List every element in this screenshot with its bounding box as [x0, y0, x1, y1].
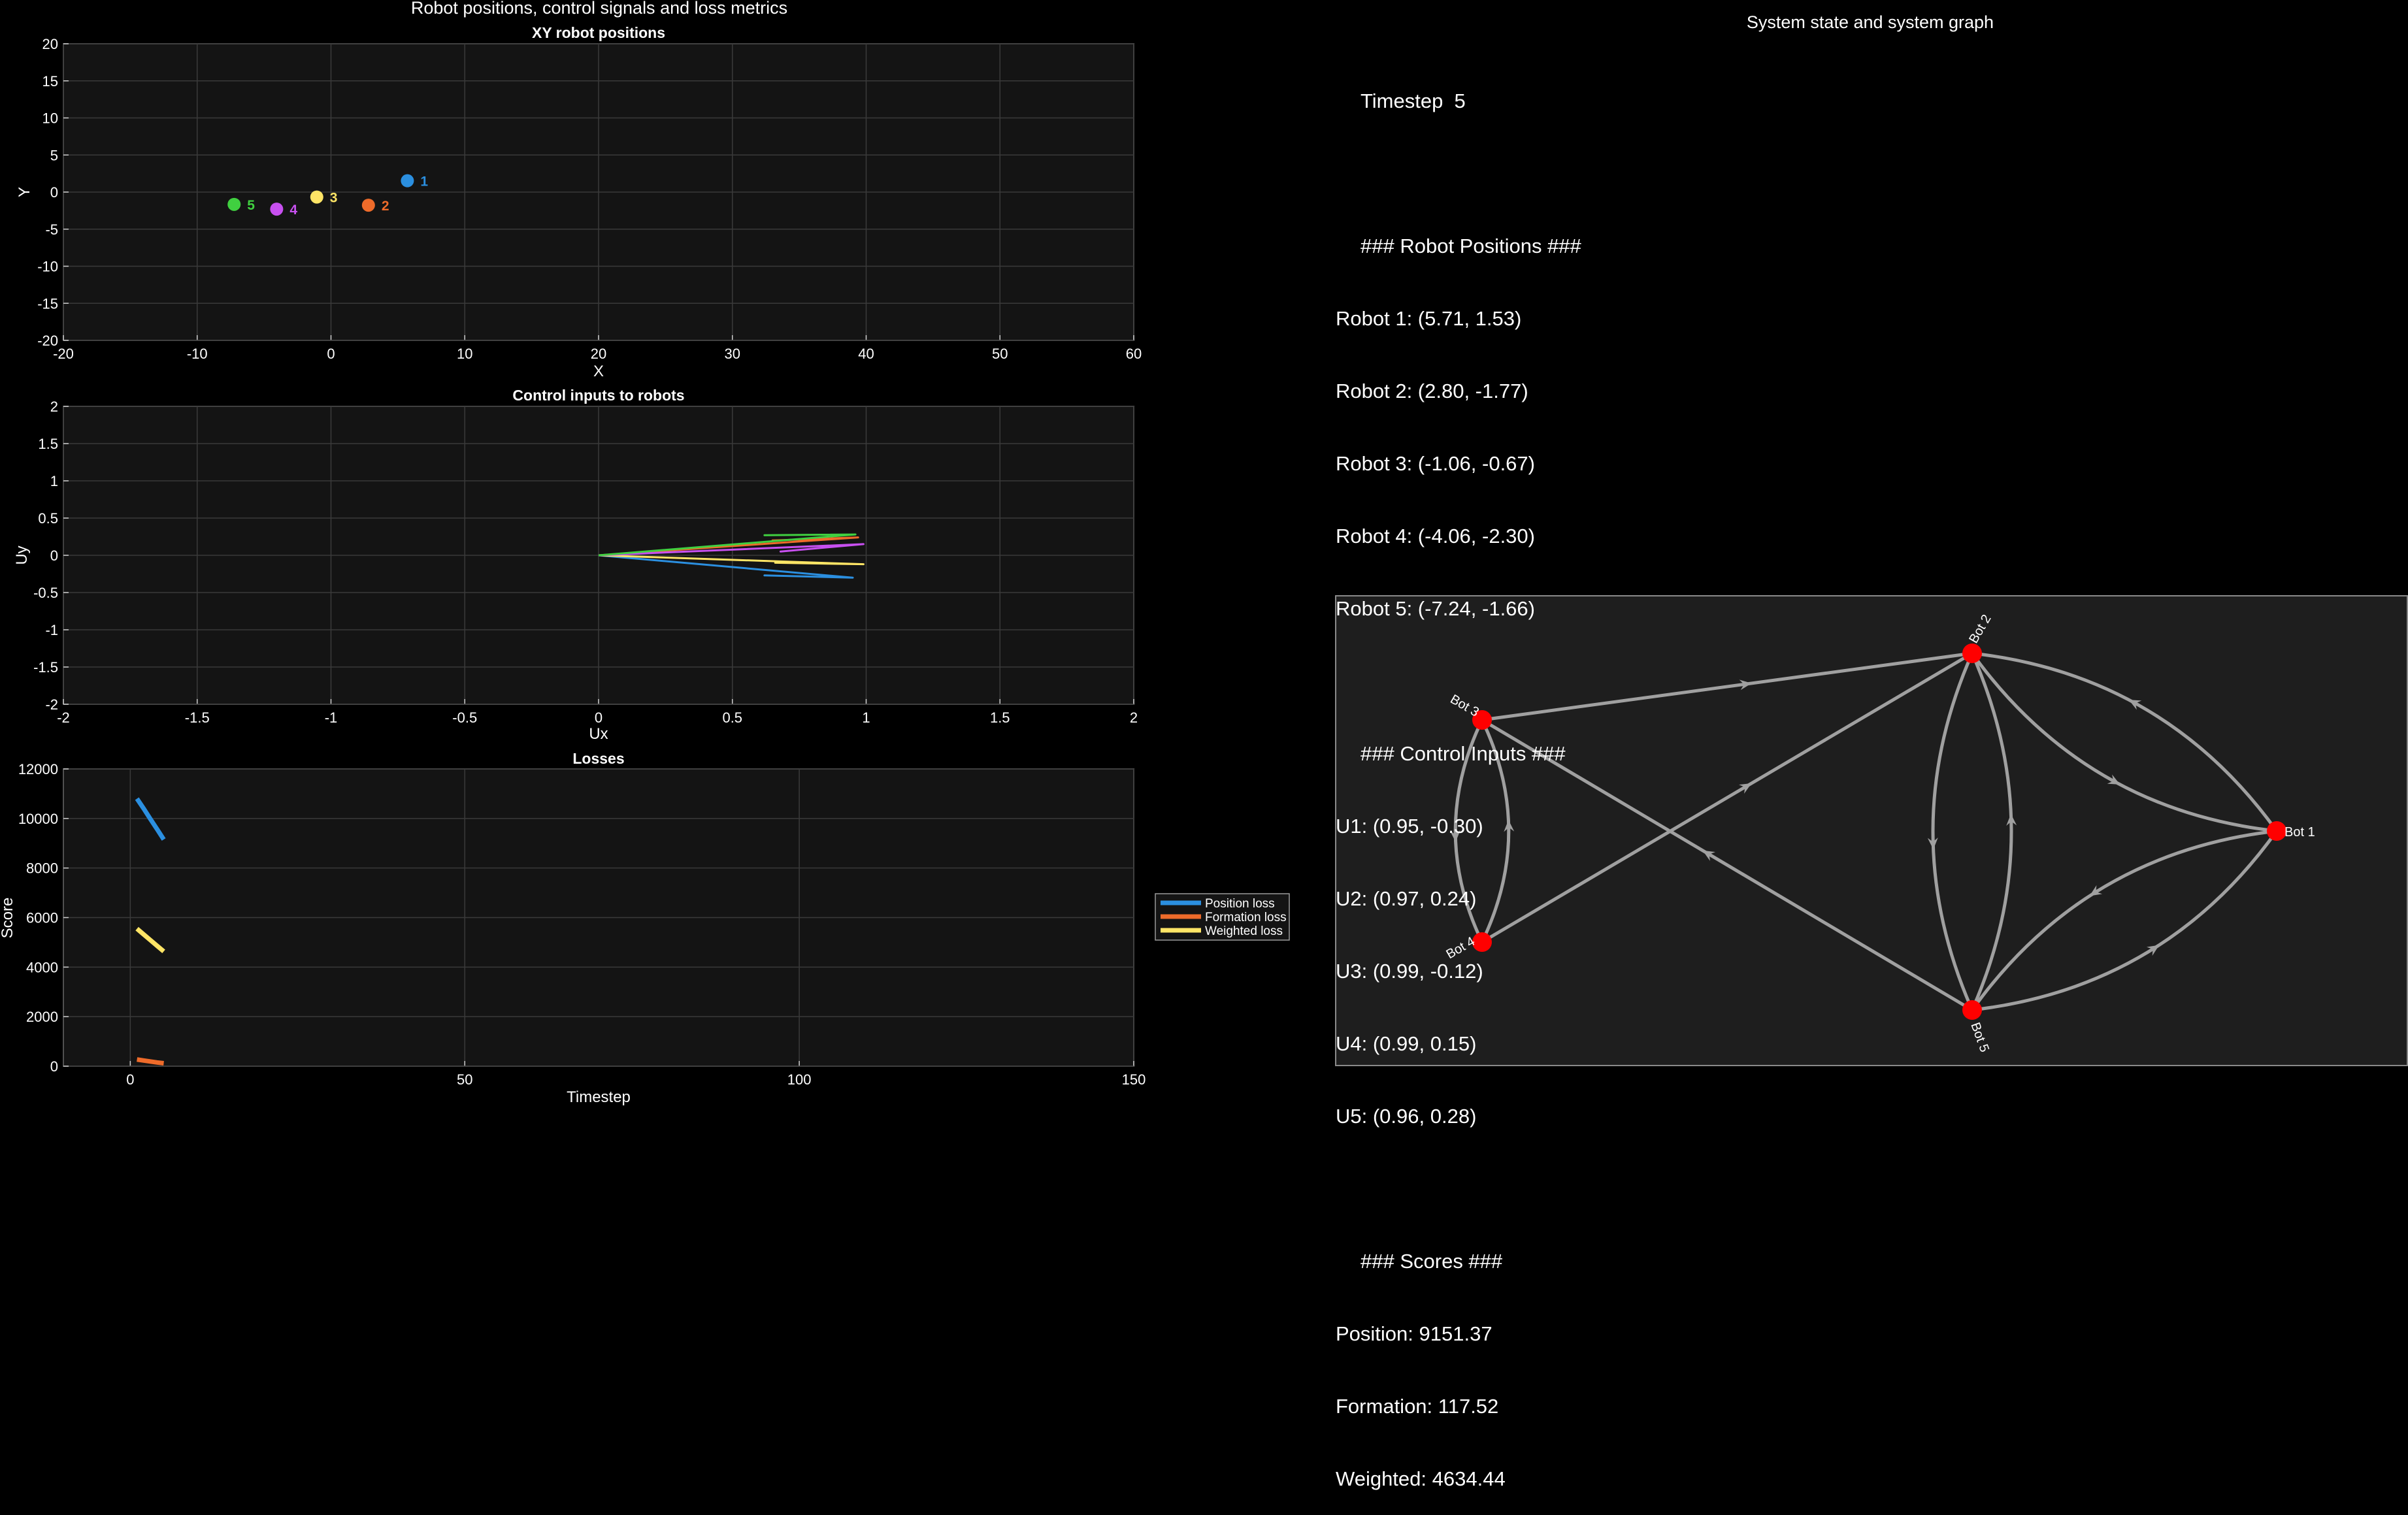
x-tick-label: 50 [457, 1071, 472, 1088]
graph-node-bot2[interactable] [1962, 643, 1982, 663]
x-tick-label: -1 [325, 709, 338, 726]
y-tick-label: 0 [50, 547, 58, 564]
robot-marker-2 [361, 199, 375, 212]
x-tick-label: 0 [327, 346, 335, 362]
robot-label-4: 4 [289, 203, 297, 218]
robot-label-2: 2 [382, 199, 389, 214]
robot-label-1: 1 [420, 174, 428, 189]
losses-legend[interactable]: Position loss Formation loss Weighted lo… [1155, 893, 1290, 941]
x-tick-label: 50 [992, 346, 1008, 362]
x-tick-label: 10 [457, 346, 472, 362]
x-tick-label: 0 [595, 709, 602, 726]
x-tick-label: -10 [187, 346, 208, 362]
xy-plot-title: XY robot positions [532, 24, 665, 41]
y-tick-label: 4000 [26, 959, 58, 975]
y-tick-label: -1.5 [33, 659, 58, 676]
x-tick-label: 0 [126, 1071, 134, 1088]
xy-y-axis-label: Y [16, 187, 33, 197]
system-state-panel: Timestep 5 ### Robot Positions ### Robot… [1336, 41, 1581, 1515]
robot-position-line: Robot 3: (-1.06, -0.67) [1336, 452, 1535, 475]
y-tick-label: 12000 [18, 761, 58, 777]
robot-marker-1 [401, 174, 414, 187]
losses-x-axis-label: Timestep [567, 1088, 631, 1106]
x-tick-label: 100 [787, 1071, 812, 1088]
y-tick-label: 0.5 [38, 510, 58, 527]
y-tick-label: 15 [42, 73, 58, 90]
score-line: Formation: 117.52 [1336, 1395, 1499, 1418]
y-tick-label: -0.5 [33, 585, 58, 601]
control-plot-title: Control inputs to robots [512, 387, 684, 404]
control-x-axis-label: Ux [589, 725, 608, 743]
y-tick-label: -15 [37, 295, 58, 312]
y-tick-label: 8000 [26, 860, 58, 877]
legend-label-weighted: Weighted loss [1205, 924, 1283, 938]
x-tick-label: 1 [862, 709, 870, 726]
y-tick-label: 2000 [26, 1009, 58, 1025]
legend-label-position: Position loss [1205, 897, 1275, 911]
robot-position-line: Robot 4: (-4.06, -2.30) [1336, 525, 1535, 547]
control-inputs-axes[interactable]: -2 -1.5 -1 -0.5 0 0.5 1 1.5 2 -2 -1.5 -1 -0.5 0 0.5 1 1… [13, 387, 1138, 743]
scores-header: ### Scores ### [1361, 1250, 1503, 1273]
x-tick-label: 1.5 [990, 709, 1010, 726]
y-tick-label: -5 [45, 221, 58, 238]
x-tick-label: 60 [1126, 346, 1142, 362]
x-tick-label: 20 [591, 346, 606, 362]
window-title: Robot positions, control signals and los… [411, 0, 787, 18]
y-tick-label: 1.5 [38, 436, 58, 452]
y-tick-label: 10 [42, 110, 58, 127]
robot-position-line: Robot 1: (5.71, 1.53) [1336, 307, 1522, 330]
robot-position-line: Robot 2: (2.80, -1.77) [1336, 380, 1528, 402]
y-tick-label: 20 [42, 36, 58, 52]
controls-header: ### Control Inputs ### [1361, 742, 1566, 765]
y-tick-label: 0 [50, 1058, 58, 1075]
score-line: Weighted: 4634.44 [1336, 1467, 1506, 1490]
robot-marker-4 [270, 203, 284, 216]
timestep-label: Timestep 5 [1361, 90, 1466, 112]
y-tick-label: 0 [50, 184, 58, 201]
robot-position-line: Robot 5: (-7.24, -1.66) [1336, 597, 1535, 620]
xy-positions-axes[interactable]: -20 -10 0 10 20 30 40 50 60 -20-15-10-505101520 … [16, 24, 1142, 380]
graph-node-bot5[interactable] [1962, 1000, 1982, 1020]
losses-y-axis-label: Score [0, 898, 16, 939]
y-tick-label: 1 [50, 473, 58, 489]
control-input-line: U2: (0.97, 0.24) [1336, 887, 1477, 910]
control-input-line: U5: (0.96, 0.28) [1336, 1105, 1477, 1128]
y-tick-label: -10 [37, 259, 58, 275]
robot-label-3: 3 [330, 191, 338, 206]
robot-marker-5 [227, 197, 241, 211]
y-tick-label: 10000 [18, 811, 58, 827]
right-panel-title: System state and system graph [1747, 12, 1994, 32]
graph-node-label: Bot 1 [2284, 825, 2315, 839]
y-tick-label: -20 [37, 333, 58, 349]
y-tick-label: 5 [50, 147, 58, 163]
control-input-line: U3: (0.99, -0.12) [1336, 960, 1483, 983]
robot-marker-3 [310, 190, 323, 204]
control-input-line: U4: (0.99, 0.15) [1336, 1032, 1477, 1055]
positions-header: ### Robot Positions ### [1361, 235, 1581, 257]
robot-label-5: 5 [247, 198, 255, 213]
y-tick-label: 2 [50, 399, 58, 415]
score-line: Position: 9151.37 [1336, 1322, 1493, 1345]
control-input-line: U1: (0.95, -0.30) [1336, 815, 1483, 838]
x-tick-label: 2 [1130, 709, 1138, 726]
x-tick-label: -0.5 [452, 709, 477, 726]
legend-label-formation: Formation loss [1205, 911, 1287, 924]
x-tick-label: 30 [725, 346, 740, 362]
losses-axes[interactable]: 0 50 100 150 0 2000 4000 6000 8000 10000 12000 Lo… [0, 750, 1146, 1106]
y-tick-label: -1 [45, 622, 58, 638]
graph-node-bot1[interactable] [2267, 821, 2286, 841]
x-tick-label: -1.5 [185, 709, 210, 726]
losses-plot-title: Losses [572, 750, 624, 767]
y-tick-label: -2 [45, 696, 58, 713]
control-y-axis-label: Uy [13, 546, 31, 564]
x-tick-label: 40 [858, 346, 874, 362]
x-tick-label: 0.5 [722, 709, 742, 726]
x-tick-label: 150 [1122, 1071, 1146, 1088]
x-tick-label: -2 [57, 709, 70, 726]
figure-canvas: Robot positions, control signals and los… [0, 0, 2408, 1107]
y-tick-label: 6000 [26, 910, 58, 926]
xy-x-axis-label: X [593, 363, 604, 380]
